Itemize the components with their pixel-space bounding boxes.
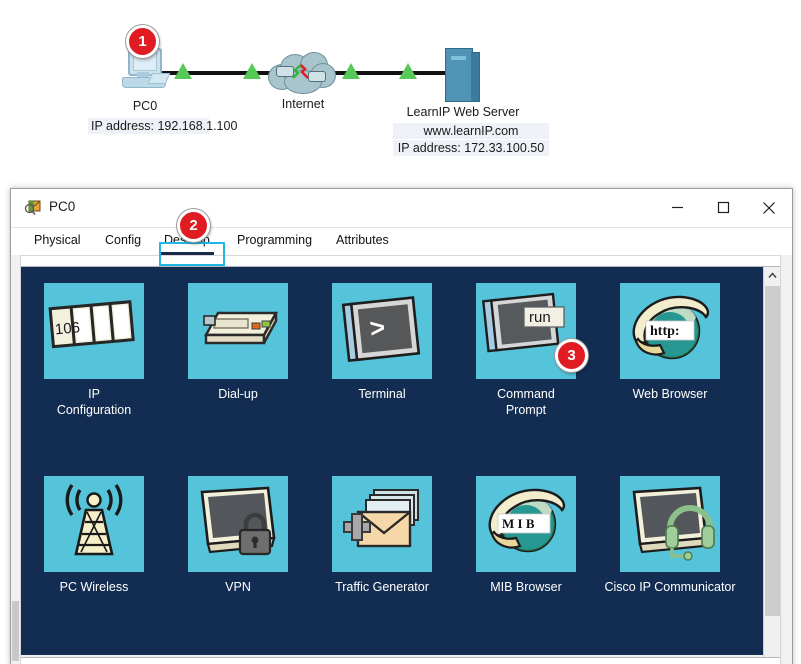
desktop-icon-terminal[interactable]: > Terminal [310,283,454,402]
window-titlebar[interactable]: PC0 [11,189,792,228]
packet-tracer-device-icon [24,200,41,216]
pc0-window: PC0 Physical Config Deskt [10,188,793,664]
window-right-scrollbar[interactable] [780,255,792,664]
svg-text:M I B: M I B [502,516,535,531]
tab-attributes[interactable]: Attributes [336,231,389,252]
server-side-shape [471,52,480,102]
svg-text:http:: http: [650,324,680,339]
desktop-vertical-scrollbar[interactable] [763,267,781,657]
annotation-badge-1: 1 [126,25,159,58]
cloud-router-shape [308,71,326,82]
maximize-button[interactable] [700,189,746,226]
desktop-icon-ip-configuration[interactable]: 106 IP Configuration [22,283,166,418]
internet-label: Internet [281,97,325,111]
desktop-icon-label: Terminal [358,387,406,401]
tab-physical[interactable]: Physical [34,231,81,252]
scroll-thumb[interactable] [765,286,780,616]
internet-cloud-icon[interactable] [266,50,336,94]
svg-text:>: > [368,312,386,343]
close-icon [763,201,775,214]
pc-keyboard-shape [147,73,171,84]
terminal-icon: > [332,283,432,379]
svg-text:106: 106 [54,319,80,338]
desktop-icon-canvas[interactable]: 106 IPConfiguration Dial-up > Terminal [21,267,763,655]
tab-config[interactable]: Config [105,231,141,252]
pc0-label: PC0 [132,99,158,113]
ip-configuration-icon: 106 [44,283,144,379]
desktop-panel: 106 IPConfiguration Dial-up > Terminal [20,266,782,658]
minimize-icon [671,206,683,209]
desktop-icon-label: Command Prompt [497,387,555,417]
server-slot-shape [451,56,466,60]
minimize-button[interactable] [654,189,700,226]
web-server-ip-label: IP address: 172.33.100.50 [393,140,549,156]
pc-wireless-icon [44,476,144,572]
green-up-arrow-icon [399,63,417,79]
desktop-icon-traffic-generator[interactable]: Traffic Generator [310,476,454,595]
window-left-scroll-thumb[interactable] [12,601,19,661]
vpn-icon [188,476,288,572]
screenshot-root: PC0 IP address: 192.168.1.100 Internet L… [0,0,801,664]
web-browser-icon: http: [620,283,720,379]
traffic-generator-icon [332,476,432,572]
network-topology-canvas[interactable]: PC0 IP address: 192.168.1.100 Internet L… [0,0,801,176]
dial-up-modem-icon [188,283,288,379]
desktop-icon-label: VPN [225,580,251,594]
window-left-scrollbar[interactable] [11,255,21,664]
pc0-ip-label: IP address: 192.168.1.100 [88,118,237,134]
close-button[interactable] [746,189,792,226]
desktop-icon-label: PC Wireless [59,580,129,594]
web-server-domain-label: www.learnIP.com [393,123,549,139]
annotation-badge-3: 3 [555,339,588,372]
mib-browser-icon: M I B [476,476,576,572]
desktop-icon-label: IP Configuration [56,387,132,417]
tab-bar[interactable]: Physical Config Desktop Programming Attr… [11,228,792,256]
desktop-icon-label: Dial-up [218,387,258,401]
desktop-icon-label: Traffic Generator [335,580,429,594]
desktop-icon-label: MIB Browser [490,580,562,594]
web-server-device-icon[interactable] [445,48,481,102]
server-body-shape [445,48,473,102]
cisco-ip-communicator-icon [620,476,720,572]
green-up-arrow-icon [174,63,192,79]
web-server-label: LearnIP Web Server [406,105,520,119]
chevron-up-icon [768,272,777,278]
maximize-icon [717,201,729,214]
desktop-icon-dial-up-modem[interactable]: Dial-up [166,283,310,402]
desktop-icon-label: Cisco IP Communicator [604,580,736,594]
green-up-arrow-icon [342,63,360,79]
window-title: PC0 [49,199,76,214]
desktop-icon-web-browser[interactable]: http: Web Browser [598,283,742,402]
tab-programming[interactable]: Programming [237,231,312,252]
desktop-icon-label: Web Browser [632,387,708,401]
desktop-icon-pc-wireless[interactable]: PC Wireless [22,476,166,595]
scroll-up-button[interactable] [764,267,781,284]
annotation-badge-2: 2 [177,209,210,242]
green-up-arrow-icon [243,63,261,79]
desktop-icon-cisco-ip-communicator[interactable]: Cisco IP Communicator [598,476,742,595]
desktop-icon-vpn[interactable]: VPN [166,476,310,595]
desktop-icon-mib-browser[interactable]: M I B MIB Browser [454,476,598,595]
cloud-traffic-zigzag-icon [292,64,309,79]
svg-text:run: run [529,309,551,326]
